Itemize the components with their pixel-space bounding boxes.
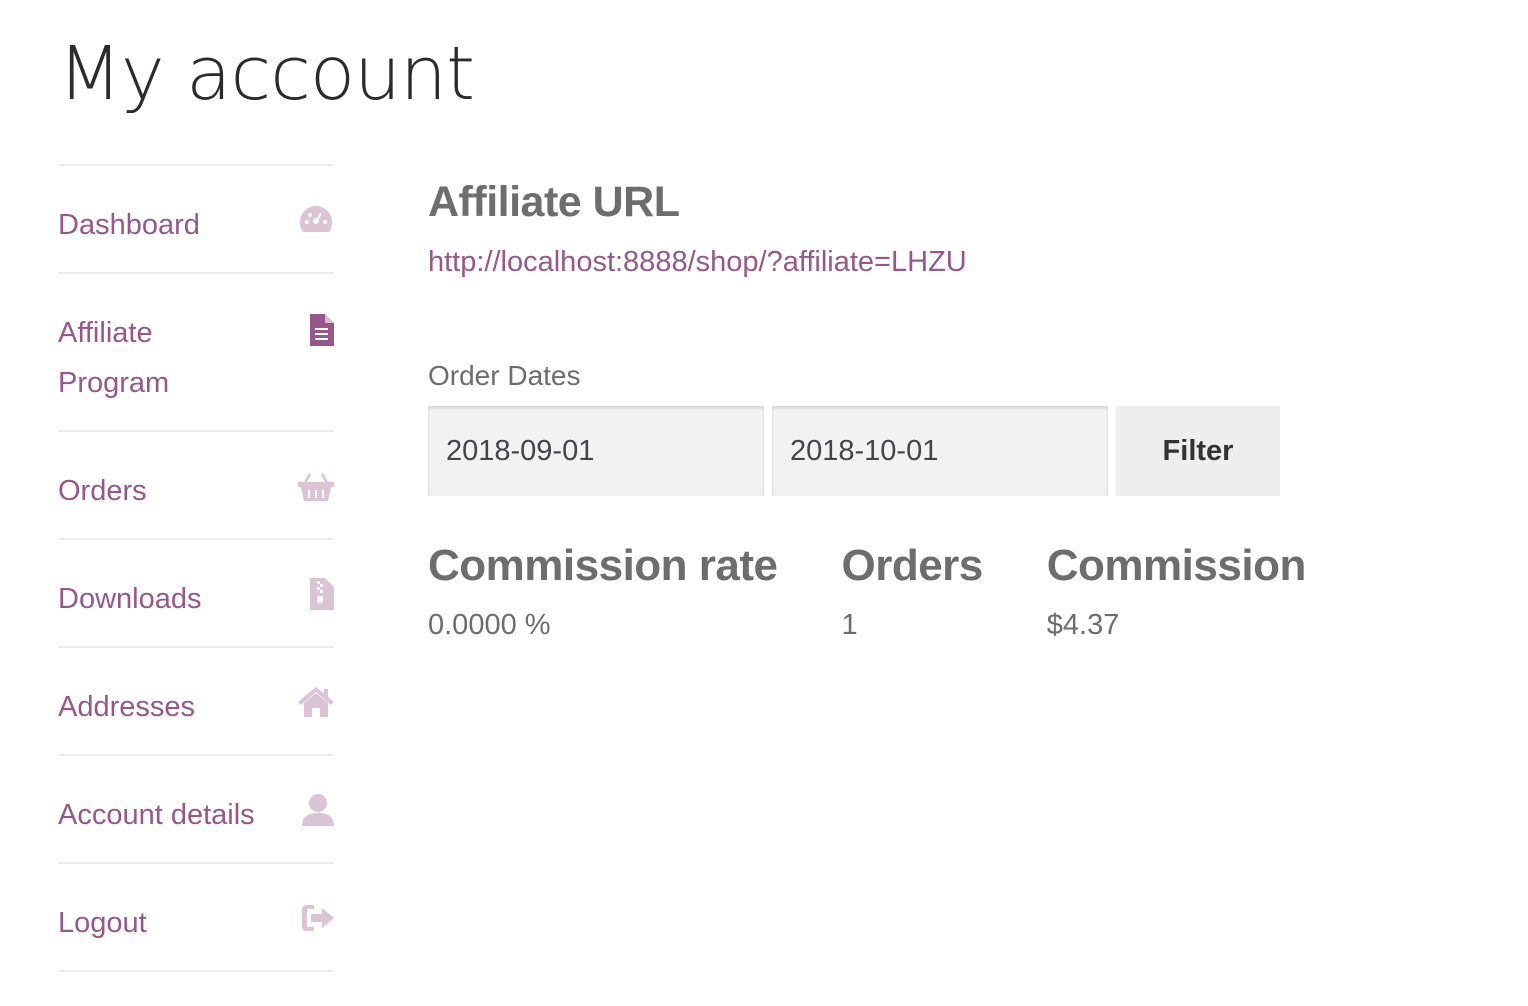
date-filter-form: Filter: [428, 406, 1468, 496]
file-icon: [298, 314, 334, 346]
order-dates-label: Order Dates: [428, 360, 581, 391]
end-date-input[interactable]: [772, 406, 1108, 496]
nav-item-orders[interactable]: Orders: [58, 432, 334, 540]
basket-icon: [298, 470, 334, 502]
affiliate-url-link[interactable]: http://localhost:8888/shop/?affiliate=LH…: [428, 242, 1468, 282]
account-nav-list: Dashboard Affiliate Program Orders Downl…: [58, 164, 334, 972]
nav-item-label: Account details: [58, 799, 255, 831]
affiliate-url-heading: Affiliate URL: [428, 178, 680, 226]
account-content: Affiliate URL http://localhost:8888/shop…: [428, 170, 1468, 650]
table-header-row: Commission rate Orders Commission: [428, 536, 1370, 596]
dashboard-icon: [298, 204, 334, 236]
nav-item-addresses[interactable]: Addresses: [58, 648, 334, 756]
orders-header: Orders: [841, 541, 983, 590]
home-icon: [298, 686, 334, 718]
nav-item-label: Addresses: [58, 691, 196, 723]
commission-header: Commission: [1046, 541, 1307, 590]
nav-item-downloads[interactable]: Downloads: [58, 540, 334, 648]
page-title: My account: [58, 31, 475, 117]
commission-rate-value: 0.0000 %: [428, 609, 551, 641]
nav-item-logout[interactable]: Logout: [58, 864, 334, 972]
nav-item-account-details[interactable]: Account details: [58, 756, 334, 864]
nav-item-label: Orders: [58, 475, 147, 507]
user-icon: [298, 794, 334, 826]
nav-item-label: Logout: [58, 907, 147, 939]
nav-item-label: Dashboard: [58, 209, 200, 241]
commission-rate-header: Commission rate: [428, 541, 778, 590]
commission-stats-table: Commission rate Orders Commission 0.0000…: [428, 536, 1370, 650]
orders-value: 1: [841, 609, 858, 641]
nav-item-affiliate-program[interactable]: Affiliate Program: [58, 274, 334, 432]
nav-item-dashboard[interactable]: Dashboard: [58, 166, 334, 274]
nav-item-label: Downloads: [58, 583, 202, 615]
start-date-input[interactable]: [428, 406, 764, 496]
nav-item-label: Affiliate Program: [58, 317, 170, 399]
commission-value: $4.37: [1046, 609, 1120, 641]
filter-button[interactable]: Filter: [1116, 406, 1280, 496]
file-archive-icon: [298, 578, 334, 610]
sign-out-icon: [298, 902, 334, 934]
table-row: 0.0000 % 1 $4.37: [428, 596, 1370, 650]
